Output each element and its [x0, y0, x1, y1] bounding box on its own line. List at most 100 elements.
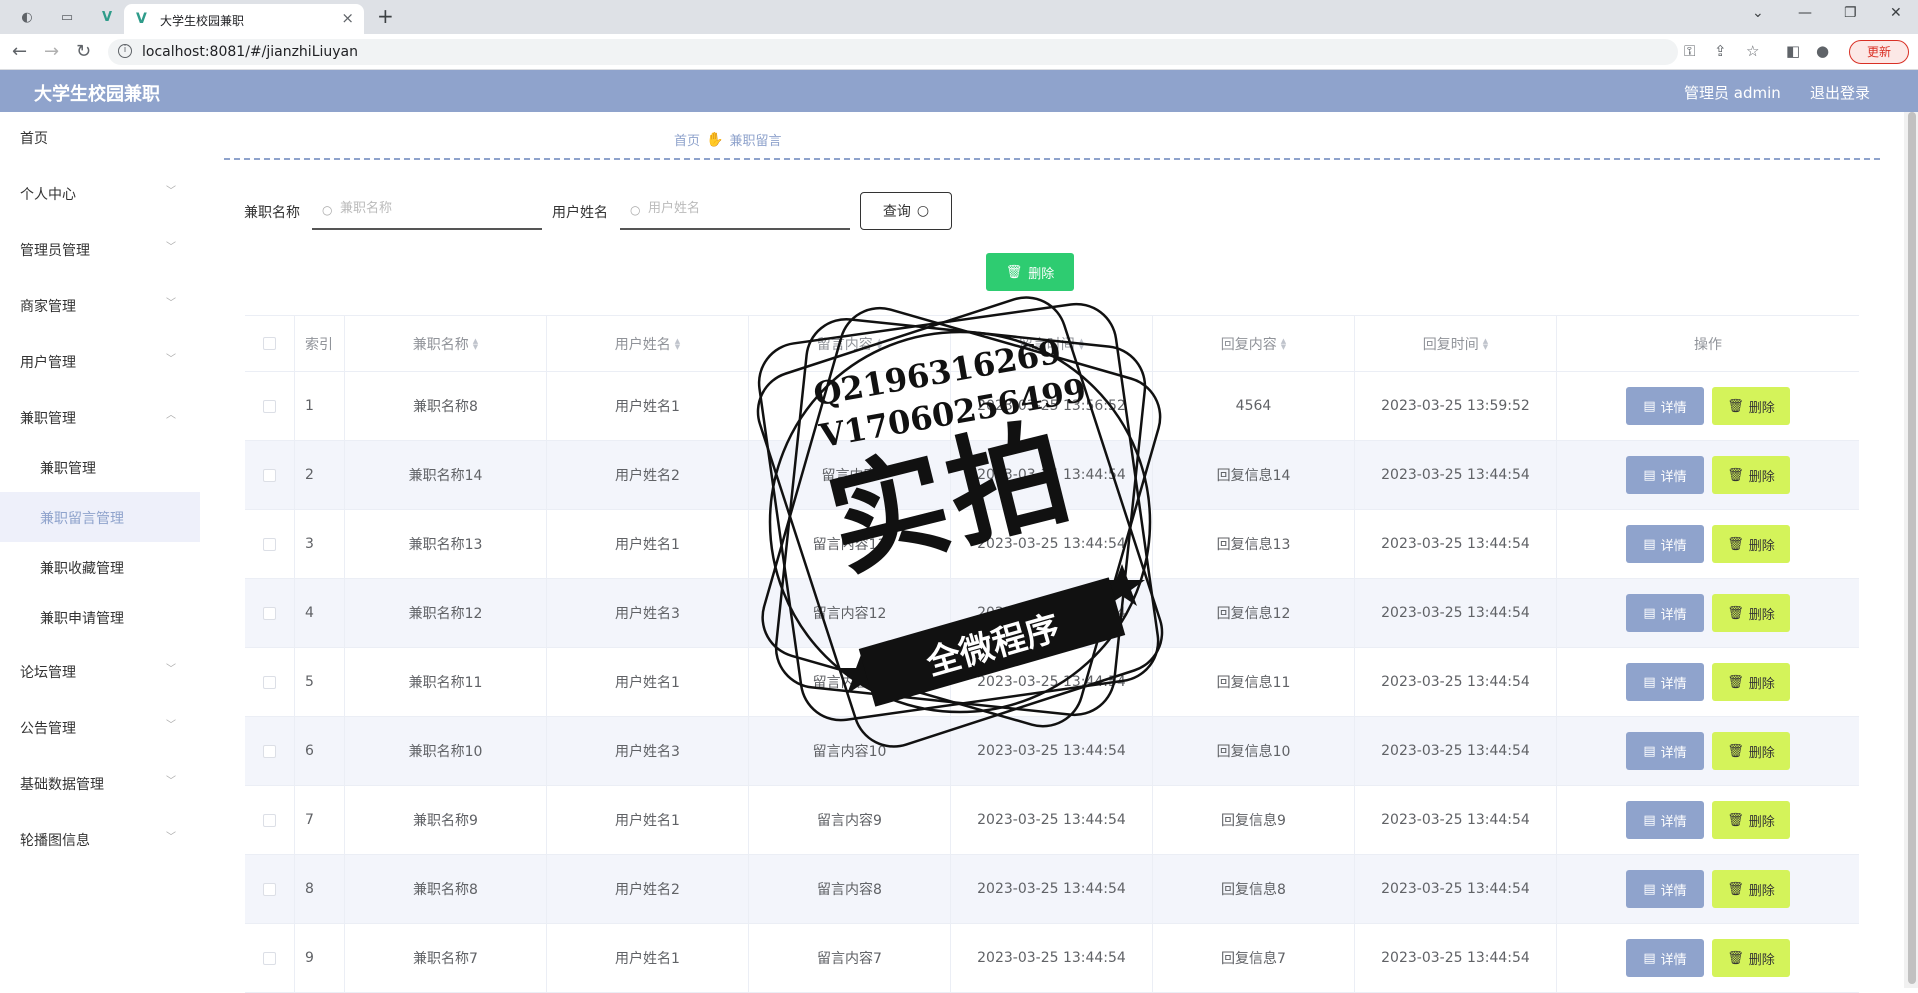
row-checkbox[interactable]	[263, 675, 276, 689]
row-checkbox[interactable]	[263, 882, 276, 896]
new-tab-icon[interactable]: +	[377, 4, 394, 28]
row-checkbox[interactable]	[263, 468, 276, 482]
sidebar-item-forum[interactable]: 论坛管理 ﹀	[0, 646, 200, 696]
job-name-input[interactable]	[340, 200, 530, 215]
header-reply[interactable]: 回复内容 ▲ ▼	[1153, 316, 1355, 371]
back-icon[interactable]: ←	[12, 41, 27, 62]
forward-icon[interactable]: →	[44, 41, 59, 62]
sidebar-subitem-job-messages[interactable]: 兼职留言管理	[0, 492, 200, 542]
search-icon: ○	[916, 203, 930, 219]
detail-button[interactable]: ▤ 详情	[1626, 939, 1704, 977]
sidebar-item-jobs[interactable]: 兼职管理 ︿	[0, 392, 200, 442]
bulk-delete-button[interactable]: 🗑 删除	[986, 253, 1074, 291]
detail-label: 详情	[1660, 607, 1687, 623]
active-tab[interactable]: V 大学生校园兼职 ×	[124, 4, 364, 34]
delete-button[interactable]: 🗑 删除	[1712, 387, 1790, 425]
breadcrumb-home[interactable]: 首页	[674, 130, 700, 149]
globe-icon[interactable]: ◐	[18, 8, 36, 26]
scrollbar-thumb[interactable]	[1908, 112, 1916, 984]
sidebar-item-carousel[interactable]: 轮播图信息 ﹀	[0, 814, 200, 864]
sidepanel-icon[interactable]: ◧	[1786, 42, 1800, 60]
sidebar-subitem-label: 兼职留言管理	[40, 511, 124, 527]
delete-label: 删除	[1748, 814, 1775, 830]
sidebar-item-admins[interactable]: 管理员管理 ﹀	[0, 224, 200, 274]
time-cell: 2023-03-25 13:44:54	[951, 510, 1153, 578]
restore-icon[interactable]: ❐	[1844, 5, 1857, 21]
row-checkbox[interactable]	[263, 813, 276, 827]
delete-button[interactable]: 🗑 删除	[1712, 663, 1790, 701]
user-name-input[interactable]	[648, 200, 838, 215]
sidebar-item-home[interactable]: 首页	[0, 112, 200, 162]
profile-icon[interactable]: ●	[1816, 42, 1829, 60]
delete-label: 删除	[1748, 400, 1775, 416]
sidebar-subitem-job-favorites[interactable]: 兼职收藏管理	[0, 542, 200, 592]
reply-cell-text: 回复信息12	[1216, 606, 1291, 622]
detail-button[interactable]: ▤ 详情	[1626, 525, 1704, 563]
update-button[interactable]: 更新	[1849, 40, 1909, 64]
header-job-name[interactable]: 兼职名称 ▲ ▼	[345, 316, 547, 371]
content-cell: 留言内容12	[749, 579, 951, 647]
row-checkbox[interactable]	[263, 537, 276, 551]
row-checkbox[interactable]	[263, 399, 276, 413]
tab-search-chevron-icon[interactable]: ⌄	[1752, 5, 1764, 21]
header-content[interactable]: 留言内容 ▲ ▼	[749, 316, 951, 371]
job-name-label: 兼职名称	[244, 205, 300, 221]
user-name-cell-text: 用户姓名3	[615, 606, 680, 622]
detail-button[interactable]: ▤ 详情	[1626, 801, 1704, 839]
detail-label: 详情	[1660, 676, 1687, 692]
logout-link[interactable]: 退出登录	[1810, 82, 1870, 103]
sort-icon[interactable]: ▲ ▼	[1079, 337, 1084, 350]
delete-button[interactable]: 🗑 删除	[1712, 594, 1790, 632]
select-all-checkbox[interactable]	[263, 337, 276, 350]
delete-button[interactable]: 🗑 删除	[1712, 525, 1790, 563]
delete-button[interactable]: 🗑 删除	[1712, 732, 1790, 770]
sidebar-item-base-data[interactable]: 基础数据管理 ﹀	[0, 758, 200, 808]
actions-cell: ▤ 详情 🗑 删除	[1557, 786, 1859, 854]
delete-button[interactable]: 🗑 删除	[1712, 870, 1790, 908]
detail-button[interactable]: ▤ 详情	[1626, 594, 1704, 632]
sidebar-item-notices[interactable]: 公告管理 ﹀	[0, 702, 200, 752]
sort-icon[interactable]: ▲ ▼	[473, 337, 478, 350]
reload-icon[interactable]: ↻	[76, 41, 91, 62]
row-checkbox[interactable]	[263, 606, 276, 620]
vue-icon[interactable]: V	[98, 8, 116, 26]
sort-icon[interactable]: ▲ ▼	[877, 337, 882, 350]
sort-icon[interactable]: ▲ ▼	[675, 337, 680, 350]
share-icon[interactable]: ⇪	[1714, 42, 1727, 60]
sidebar-item-users[interactable]: 用户管理 ﹀	[0, 336, 200, 386]
detail-button[interactable]: ▤ 详情	[1626, 456, 1704, 494]
detail-button[interactable]: ▤ 详情	[1626, 387, 1704, 425]
delete-button[interactable]: 🗑 删除	[1712, 801, 1790, 839]
time-cell: 2023-03-25 13:44:54	[951, 717, 1153, 785]
info-icon[interactable]: i	[118, 44, 132, 58]
key-icon[interactable]: ⚿	[1684, 42, 1695, 60]
detail-button[interactable]: ▤ 详情	[1626, 663, 1704, 701]
sidebar-item-profile[interactable]: 个人中心 ﹀	[0, 168, 200, 218]
page-icon[interactable]: ▭	[58, 8, 76, 26]
header-user-name[interactable]: 用户姓名 ▲ ▼	[547, 316, 749, 371]
sidebar-item-label: 管理员管理	[20, 243, 90, 259]
header-reply-time[interactable]: 回复时间 ▲ ▼	[1355, 316, 1557, 371]
delete-button[interactable]: 🗑 删除	[1712, 939, 1790, 977]
job-name-cell-text: 兼职名称11	[408, 675, 483, 691]
sidebar-subitem-job-applications[interactable]: 兼职申请管理	[0, 592, 200, 642]
detail-button[interactable]: ▤ 详情	[1626, 870, 1704, 908]
sidebar-subitem-job-management[interactable]: 兼职管理	[0, 442, 200, 492]
bookmark-star-icon[interactable]: ☆	[1746, 42, 1759, 60]
user-name-field[interactable]: ○	[620, 194, 850, 230]
row-checkbox[interactable]	[263, 951, 276, 965]
content-cell	[749, 372, 951, 440]
sort-icon[interactable]: ▲ ▼	[1281, 337, 1286, 350]
delete-button[interactable]: 🗑 删除	[1712, 456, 1790, 494]
close-tab-icon[interactable]: ×	[341, 9, 354, 27]
url-field[interactable]: i localhost:8081/#/jianzhiLiuyan	[108, 39, 1678, 65]
header-time[interactable]: 留言时间 ▲ ▼	[951, 316, 1153, 371]
minimize-icon[interactable]: —	[1798, 5, 1812, 21]
detail-button[interactable]: ▤ 详情	[1626, 732, 1704, 770]
query-button[interactable]: 查询 ○	[860, 192, 952, 230]
window-close-icon[interactable]: ✕	[1890, 5, 1902, 21]
job-name-field[interactable]: ○	[312, 194, 542, 230]
row-checkbox[interactable]	[263, 744, 276, 758]
sort-icon[interactable]: ▲ ▼	[1483, 337, 1488, 350]
sidebar-item-merchants[interactable]: 商家管理 ﹀	[0, 280, 200, 330]
